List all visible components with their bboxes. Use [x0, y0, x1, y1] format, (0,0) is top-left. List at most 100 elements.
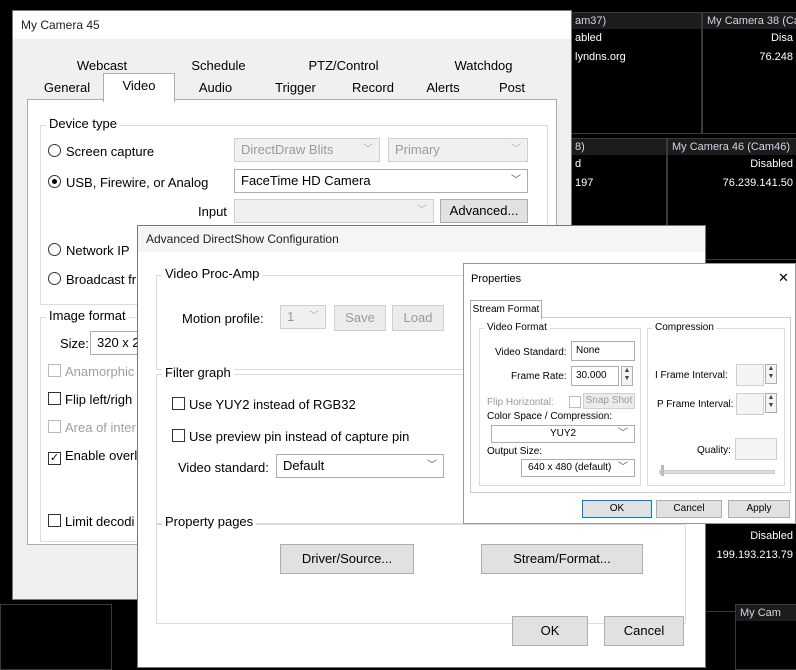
tab-post[interactable]: Post	[473, 77, 551, 99]
camera-tile[interactable]: am37) abled lyndns.org	[570, 12, 702, 134]
tab-alerts[interactable]: Alerts	[413, 77, 473, 99]
limit-decoding-checkbox[interactable]: Limit decodi	[48, 514, 134, 529]
screen-capture-label: Screen capture	[66, 144, 155, 159]
video-standard-value: None	[576, 345, 600, 356]
size-value: 320 x 2	[97, 335, 140, 350]
chevron-down-icon: ﹀	[309, 311, 319, 322]
spin-down-icon: ▼	[767, 402, 775, 409]
checkbox-icon	[48, 420, 61, 433]
enable-overlay-checkbox[interactable]: ✓ Enable overl	[48, 448, 137, 465]
load-button[interactable]: Load	[392, 305, 444, 331]
quality-slider-thumb[interactable]	[661, 465, 664, 476]
output-size-value: 640 x 480 (default)	[528, 462, 612, 473]
size-label: Size:	[60, 336, 89, 351]
camera-tile-title: 8)	[571, 139, 666, 155]
flip-horizontal-label: Flip Horizontal:	[487, 397, 554, 408]
video-standard-select[interactable]: Default ﹀	[276, 454, 444, 478]
screen-display-select[interactable]: Primary ﹀	[388, 138, 528, 162]
snap-shot-button[interactable]: Snap Shot	[583, 393, 635, 409]
capture-device-select[interactable]: FaceTime HD Camera ﹀	[234, 169, 528, 193]
screen-mode-select[interactable]: DirectDraw Blits ﹀	[234, 138, 380, 162]
chevron-down-icon: ﹀	[511, 175, 521, 186]
quality-input[interactable]	[735, 438, 777, 460]
motion-profile-select[interactable]: 1 ﹀	[280, 305, 326, 329]
use-yuy2-checkbox[interactable]: Use YUY2 instead of RGB32	[172, 397, 356, 412]
tab-ptz-control[interactable]: PTZ/Control	[276, 55, 411, 77]
camera-tile[interactable]: My Cam	[735, 604, 796, 670]
camera-tile-address: 76.248	[759, 51, 793, 63]
use-yuy2-label: Use YUY2 instead of RGB32	[189, 397, 356, 412]
properties-title-bar: Properties ✕	[464, 264, 795, 294]
frame-rate-spinner[interactable]: ▲ ▼	[621, 366, 633, 386]
network-ip-radio[interactable]: Network IP	[48, 243, 130, 258]
video-standard-label: Video Standard:	[495, 347, 567, 358]
anamorphic-checkbox[interactable]: Anamorphic	[48, 364, 134, 379]
window-title: My Camera 45	[13, 11, 571, 39]
tab-record[interactable]: Record	[333, 77, 413, 99]
close-icon[interactable]: ✕	[778, 270, 789, 286]
output-size-select[interactable]: 640 x 480 (default) ﹀	[521, 459, 635, 477]
video-standard-value-box[interactable]: None	[571, 341, 635, 361]
p-frame-input[interactable]	[736, 393, 764, 415]
p-frame-spinner[interactable]: ▲ ▼	[765, 393, 777, 413]
i-frame-spinner[interactable]: ▲ ▼	[765, 364, 777, 384]
screen-capture-radio[interactable]: Screen capture	[48, 144, 154, 159]
filter-graph-label: Filter graph	[162, 365, 234, 380]
radio-icon	[48, 243, 61, 256]
spin-down-icon: ▼	[767, 373, 775, 380]
camera-tile[interactable]: My Camera 38 (Ca Disa 76.248	[702, 12, 796, 134]
flip-checkbox[interactable]: Flip left/righ	[48, 392, 132, 407]
radio-icon	[48, 144, 61, 157]
input-select[interactable]: ﹀	[234, 199, 434, 223]
chevron-down-icon: ﹀	[417, 205, 427, 216]
device-type-label: Device type	[46, 116, 120, 131]
input-label: Input	[198, 204, 227, 219]
chevron-down-icon: ﹀	[618, 428, 628, 439]
quality-label: Quality:	[697, 445, 731, 456]
chevron-down-icon: ﹀	[363, 144, 373, 155]
tab-stream-format[interactable]: Stream Format	[470, 300, 542, 319]
tab-audio[interactable]: Audio	[173, 77, 258, 99]
apply-button[interactable]: Apply	[728, 500, 790, 518]
tab-trigger[interactable]: Trigger	[258, 77, 333, 99]
capture-device-value: FaceTime HD Camera	[241, 173, 371, 188]
driver-source-button[interactable]: Driver/Source...	[280, 544, 414, 574]
i-frame-input[interactable]	[736, 364, 764, 386]
spin-down-icon: ▼	[623, 375, 631, 382]
color-space-select[interactable]: YUY2 ﹀	[491, 425, 635, 443]
flip-horizontal-checkbox[interactable]	[569, 396, 581, 408]
stream-format-button[interactable]: Stream/Format...	[481, 544, 643, 574]
flip-label: Flip left/righ	[65, 392, 133, 407]
camera-tile[interactable]	[0, 604, 112, 670]
area-of-interest-checkbox[interactable]: Area of inter	[48, 420, 136, 435]
cancel-button[interactable]: Cancel	[656, 500, 722, 518]
chevron-down-icon: ﹀	[511, 144, 521, 155]
ok-button[interactable]: OK	[582, 500, 652, 518]
tab-schedule[interactable]: Schedule	[161, 55, 276, 77]
anamorphic-label: Anamorphic	[65, 364, 135, 379]
p-frame-label: P Frame Interval:	[657, 399, 734, 410]
frame-rate-input[interactable]: 30.000	[571, 366, 619, 386]
save-button[interactable]: Save	[334, 305, 386, 331]
tab-video[interactable]: Video	[103, 73, 175, 102]
advanced-button[interactable]: Advanced...	[440, 199, 528, 223]
screen-display-value: Primary	[395, 142, 440, 157]
quality-slider[interactable]	[659, 470, 775, 474]
camera-tile-title: am37)	[571, 13, 701, 29]
camera-tile-title: My Cam	[736, 605, 796, 621]
ok-button[interactable]: OK	[512, 616, 588, 646]
usb-radio[interactable]: USB, Firewire, or Analog	[48, 175, 208, 190]
enable-overlay-label: Enable overl	[65, 448, 138, 463]
checkbox-icon	[48, 514, 61, 527]
camera-tile-address: 76.239.141.50	[722, 177, 793, 189]
tab-general[interactable]: General	[31, 77, 103, 99]
checkbox-icon	[48, 364, 61, 377]
limit-label: Limit decodi	[65, 514, 135, 529]
radio-icon	[48, 272, 61, 285]
properties-content: Stream Format Video Format Video Standar…	[464, 294, 795, 523]
broadcast-radio[interactable]: Broadcast fr	[48, 272, 136, 287]
color-space-value: YUY2	[549, 428, 577, 439]
tab-watchdog[interactable]: Watchdog	[411, 55, 556, 77]
use-preview-pin-checkbox[interactable]: Use preview pin instead of capture pin	[172, 429, 409, 444]
cancel-button[interactable]: Cancel	[604, 616, 684, 646]
